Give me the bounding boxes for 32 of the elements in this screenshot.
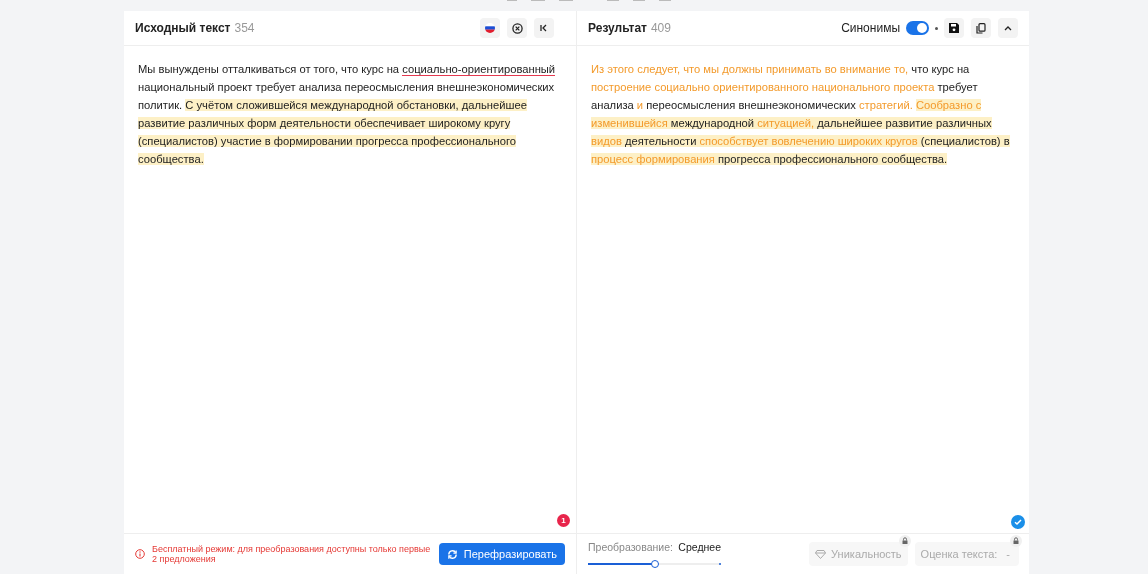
- warning-message: Бесплатный режим: для преобразования доступны только первые 2 предложения: [152, 544, 432, 564]
- result-text[interactable]: Из этого следует, что мы должны принимать во внимание то, что курс на построение социально ориентированного национального проекта требует анализа и переосмысления внешнеэкономических стратегий. Сообразно с изменившейся международной ситуацией, дальнейшее развитие различных видов деятельности способствует вовлечению широких кругов (специалистов) в процесс формирования прогресса профессионального сообщества.: [591, 60, 1015, 168]
- diamond-icon: [815, 549, 827, 559]
- transform-slider[interactable]: [588, 559, 721, 568]
- error-count-badge: 1: [557, 514, 570, 527]
- collapse-icon: [540, 24, 548, 32]
- character-count: 354: [234, 20, 255, 37]
- refresh-icon: [446, 548, 458, 560]
- copy-icon: [976, 22, 986, 34]
- check-badge-icon: [1011, 515, 1025, 529]
- expand-button[interactable]: [998, 18, 1018, 38]
- rephrase-button[interactable]: Перефразировать: [438, 543, 565, 565]
- save-icon: [949, 23, 959, 33]
- transform-value: Среднее: [678, 540, 721, 556]
- collapse-button[interactable]: [534, 18, 554, 38]
- language-button[interactable]: [480, 18, 500, 38]
- panel-title: Исходный текст: [135, 20, 231, 37]
- synonyms-label: Синонимы: [841, 20, 900, 37]
- slider-thumb[interactable]: [650, 559, 659, 568]
- score-label: Оценка текста:: [920, 546, 998, 562]
- close-icon: [511, 22, 523, 34]
- clear-button[interactable]: [507, 18, 527, 38]
- transform-label: Преобразование:: [588, 540, 673, 556]
- panel-title: Результат: [588, 20, 647, 37]
- score-value: -: [1006, 546, 1011, 562]
- info-icon: [135, 549, 145, 559]
- chevron-up-icon: [1004, 25, 1012, 31]
- save-button[interactable]: [944, 18, 964, 38]
- synonyms-toggle[interactable]: [906, 21, 929, 35]
- character-count: 409: [650, 20, 671, 37]
- copy-button[interactable]: [971, 18, 991, 38]
- flag-icon: [485, 23, 495, 33]
